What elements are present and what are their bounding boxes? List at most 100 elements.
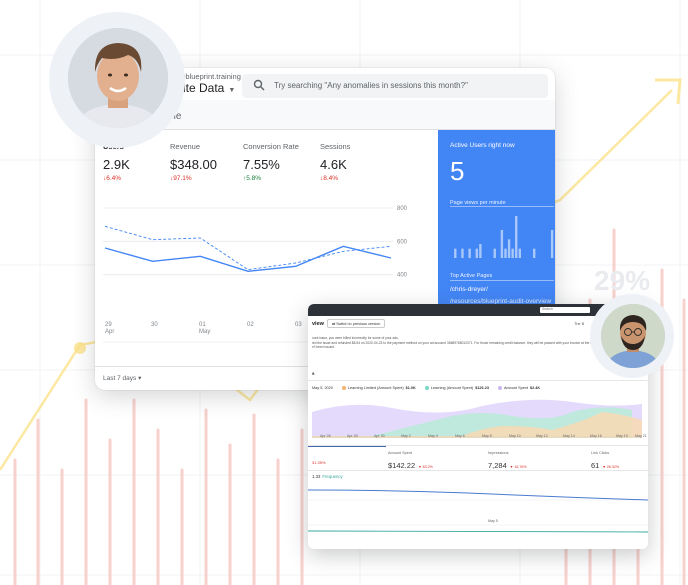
x-tick-label: 02	[247, 322, 254, 328]
pageviews-bar	[515, 216, 518, 258]
pageviews-bar	[475, 248, 478, 258]
stat-change: ▼ 16.76%	[509, 465, 527, 469]
metric-change: ↓97.1%	[170, 175, 192, 182]
ads-legend: May 5, 2020 Learning Limited (Amount Spe…	[312, 386, 540, 390]
metric-label: Conversion Rate	[243, 142, 299, 151]
stat-change: ▼ 26.32%	[602, 465, 620, 469]
pageviews-bar	[493, 248, 496, 258]
stat-value: 7,284	[488, 461, 507, 470]
ads-stats-row: Amount Spent $142.22 ▼ 63.2% Impressions …	[308, 445, 648, 471]
stat-value: 61	[591, 461, 600, 470]
avatar-ring	[49, 12, 185, 148]
refund-notice: ount issue, you were billed incorrectly …	[312, 336, 612, 350]
legend-dot	[424, 386, 429, 390]
search-placeholder: Try searching "Any anomalies in sessions…	[274, 81, 468, 90]
x-tick-label: 30	[151, 322, 158, 328]
secondary-line	[308, 530, 648, 533]
date-tick: May 19	[616, 434, 628, 438]
legend-label: Amount Spent	[503, 386, 528, 390]
metric-revenue[interactable]: Revenue $348.00 ↓97.1%	[170, 142, 217, 182]
pageviews-bar	[468, 248, 471, 258]
switch-icon: ⇄	[332, 322, 336, 326]
metric-conversion-rate[interactable]: Conversion Rate 7.55% ↑5.8%	[243, 142, 299, 182]
legend-value: $2.4K	[530, 386, 541, 390]
stat-impressions[interactable]: Impressions 7,284 ▼ 16.76%	[488, 451, 527, 473]
ads-search-input[interactable]: Search	[540, 307, 590, 313]
y-tick-label: 800	[397, 206, 408, 212]
date-tick: May 21	[635, 434, 647, 438]
metric-value: 7.55%	[243, 157, 280, 172]
legend-dot	[497, 386, 502, 390]
metric-change: ↑5.8%	[243, 175, 262, 182]
switch-version-button[interactable]: ⇄ Switch to previous version	[327, 319, 386, 328]
avatar-ring	[590, 294, 674, 378]
y-tick-label: 600	[397, 239, 408, 245]
metric-label: Revenue	[170, 142, 201, 151]
avatar	[601, 304, 665, 368]
frequency-value: 1.33	[312, 474, 321, 479]
pageviews-bar	[500, 230, 504, 258]
pageviews-bar-chart	[454, 216, 554, 258]
metric-sessions[interactable]: Sessions 4.6K ↓8.4%	[320, 142, 350, 182]
pageviews-bar	[479, 244, 482, 258]
spend-area-chart	[312, 399, 642, 438]
avatar	[68, 28, 168, 128]
search-icon	[253, 79, 265, 91]
metric-change: ↓8.4%	[320, 175, 339, 182]
frequency-line-chart	[308, 489, 648, 533]
notice-line: ied the issue and refunded $8.54 on 2020…	[312, 340, 606, 345]
pageviews-bar	[454, 248, 457, 258]
date-tick: May 2	[401, 434, 411, 438]
ads-date-axis: Apr 26 Apr 28 Apr 30 May 2 May 4 May 6 M…	[308, 434, 648, 442]
divider	[450, 206, 554, 207]
stat-amount-spent[interactable]: Amount Spent $142.22 ▼ 63.2%	[388, 451, 433, 473]
legend-label: Learning (Amount Spent)	[430, 386, 474, 390]
stat-first-change: 31.35%	[312, 460, 326, 465]
search-placeholder: Search	[542, 307, 554, 311]
date-tick: May 4	[428, 434, 438, 438]
ads-corner-text: The B	[574, 322, 585, 326]
legend-value: $1.0K	[405, 386, 416, 390]
pageviews-bar	[504, 248, 507, 258]
pageviews-bar	[511, 248, 514, 258]
date-tick: Apr 26	[320, 434, 331, 438]
metric-users[interactable]: Users 2.9K ↓6.4%	[103, 142, 130, 182]
pageviews-bar	[550, 230, 554, 258]
metric-value: 4.6K	[320, 157, 347, 172]
frequency-label: 1.33 Frequency	[312, 474, 343, 479]
ads-title: view	[312, 321, 324, 327]
pageviews-bar	[532, 248, 536, 258]
background-dot	[74, 342, 86, 354]
date-range-selector[interactable]: Last 7 days ▾	[103, 374, 141, 382]
background-trend-arrow	[655, 78, 682, 105]
metric-value: 2.9K	[103, 157, 130, 172]
date-tick: May 10	[509, 434, 521, 438]
date-tick: May 14	[563, 434, 575, 438]
divider	[308, 380, 648, 381]
legend-value: $126.23	[475, 386, 489, 390]
caret-down-icon: ▼	[228, 87, 236, 94]
metric-value: $348.00	[170, 157, 217, 172]
stat-link-clicks[interactable]: Link Clicks 61 ▼ 26.32%	[591, 451, 619, 473]
search-bar[interactable]: Try searching "Any anomalies in sessions…	[242, 74, 548, 98]
x-tick-month: Apr	[105, 329, 114, 335]
top-page-link[interactable]: /chris-dreyer/	[450, 286, 488, 293]
stat-value: $142.22	[388, 461, 416, 470]
divider	[450, 280, 554, 281]
y-tick-label: 400	[397, 273, 408, 279]
legend-item: Learning Limited (Amount Spent) $1.0K	[341, 386, 416, 390]
ads-tab[interactable]: s	[312, 371, 315, 376]
pageviews-bar	[507, 239, 511, 258]
switch-version-label: Switch to previous version	[336, 322, 381, 326]
legend-item: Amount Spent $2.4K	[497, 386, 541, 390]
top-pages-label: Top Active Pages	[450, 273, 493, 279]
frequency-name: Frequency	[322, 474, 343, 479]
legend-date: May 5, 2020	[312, 386, 333, 390]
date-tick: Apr 30	[374, 434, 385, 438]
mid-date-label: May 5	[488, 519, 498, 523]
notice-line: n't been issued.	[312, 345, 335, 349]
date-tick: Apr 28	[347, 434, 358, 438]
x-tick-label: 01	[199, 322, 206, 328]
metric-change: ↓6.4%	[103, 175, 122, 182]
x-tick-label: 03	[295, 322, 302, 328]
